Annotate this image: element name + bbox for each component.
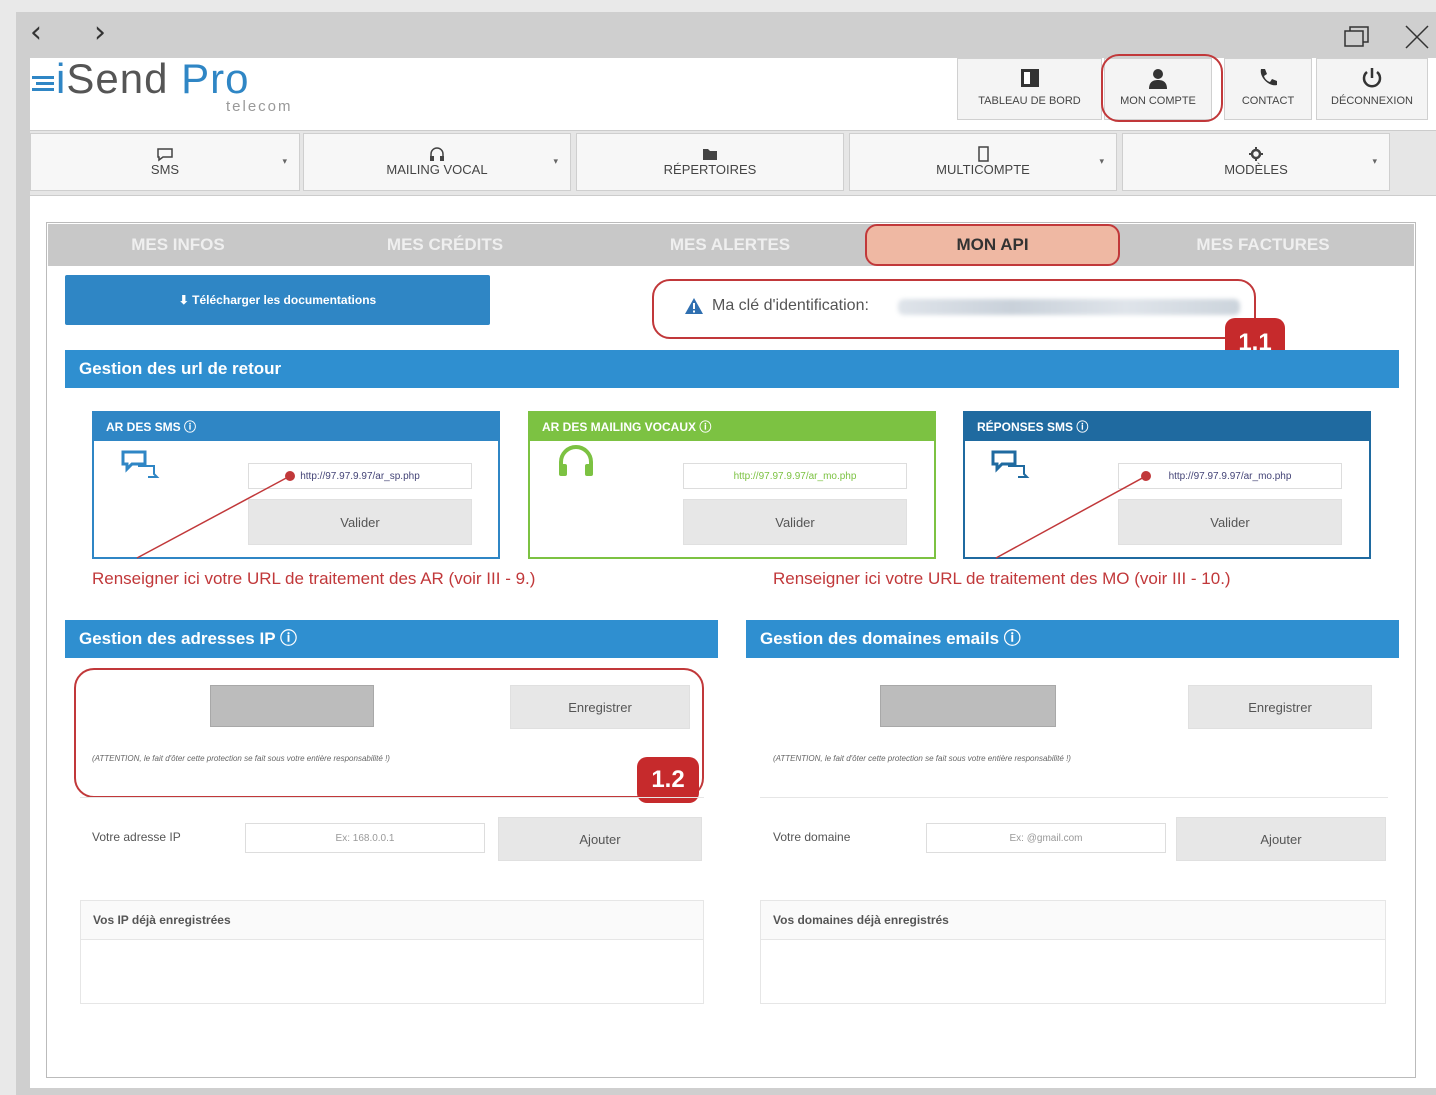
domain-list-title: Vos domaines déjà enregistrés	[761, 901, 1385, 940]
ip-list: Vos IP déjà enregistrées	[80, 900, 704, 1004]
domain-protection-toggle[interactable]	[880, 685, 1056, 727]
domain-save-button[interactable]: Enregistrer	[1188, 685, 1372, 729]
divider	[80, 797, 704, 798]
note-mo: Renseigner ici votre URL de traitement d…	[773, 569, 1231, 588]
ip-address-input[interactable]: Ex: 168.0.0.1	[245, 823, 485, 853]
domain-add-button[interactable]: Ajouter	[1176, 817, 1386, 861]
ip-add-button[interactable]: Ajouter	[498, 817, 702, 861]
annotation-dot	[285, 471, 295, 481]
info-icon: ⓘ	[279, 629, 297, 648]
ip-list-title: Vos IP déjà enregistrées	[81, 901, 703, 940]
domains-management-header: Gestion des domaines emails ⓘ	[746, 620, 1399, 658]
domain-warning-text: (ATTENTION, le fait d'ôter cette protect…	[773, 754, 1071, 763]
ip-management-header: Gestion des adresses IP ⓘ	[65, 620, 718, 658]
domain-field-label: Votre domaine	[773, 830, 851, 844]
divider	[760, 797, 1388, 798]
ip-field-label: Votre adresse IP	[92, 830, 181, 844]
domain-list: Vos domaines déjà enregistrés	[760, 900, 1386, 1004]
note-ar: Renseigner ici votre URL de traitement d…	[92, 569, 536, 588]
info-icon: ⓘ	[1003, 629, 1021, 648]
ip-protection-highlight	[74, 668, 704, 798]
annotation-dot	[1141, 471, 1151, 481]
domain-input[interactable]: Ex: @gmail.com	[926, 823, 1166, 853]
